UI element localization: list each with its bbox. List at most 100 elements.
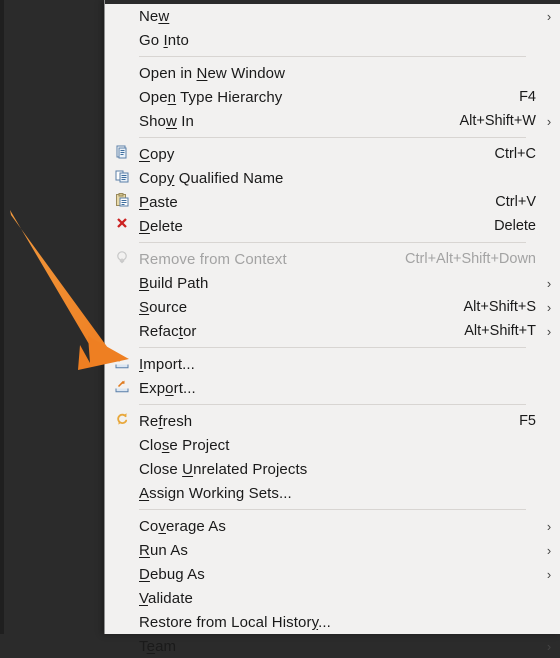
menu-item-export[interactable]: Export...› [105,376,560,400]
refresh-icon [114,411,130,432]
menu-item-coverage-as[interactable]: Coverage As › [105,514,560,538]
copy-qualified-icon [114,168,130,189]
delete-icon [114,216,130,237]
menu-group-group-transfer: Import...›Export...› [105,352,560,400]
menu-item-copy[interactable]: CopyCtrl+C› [105,142,560,166]
menu-item-label: Refactor [139,322,197,340]
menu-item-icon-cell [105,634,139,658]
menu-item-label: Build Path [139,274,209,292]
menu-item-icon-cell [105,610,139,634]
chevron-right-icon: › [546,275,552,291]
menu-item-shortcut: Ctrl+V [495,194,536,210]
menu-item-icon-cell [105,61,139,85]
menu-item-delete[interactable]: DeleteDelete› [105,214,560,238]
menu-group-group-new: New › Go Into› [105,4,560,52]
menu-item-shortcut: Alt+Shift+W [459,113,536,129]
menu-item-run-as[interactable]: Run As › [105,538,560,562]
no-icon [114,65,130,81]
menu-item-refactor[interactable]: Refactor Alt+Shift+T › [105,319,560,343]
menu-separator [139,509,526,510]
menu-item-remove-from-context: Remove from ContextCtrl+Alt+Shift+Down› [105,247,560,271]
menu-item-label: Import... [139,355,195,373]
menu-item-label: Open in New Window [139,64,286,82]
menu-separator [139,242,526,243]
menu-item-label: Close Unrelated Projects [139,460,308,478]
menu-item-icon-cell [105,28,139,52]
menu-item-label: Coverage As [139,517,226,535]
menu-item-icon-cell [105,352,139,376]
chevron-right-icon: › [546,8,552,24]
chevron-right-icon: › [546,638,552,654]
menu-item-restore-from-local-history[interactable]: Restore from Local History...› [105,610,560,634]
menu-item-source[interactable]: Source Alt+Shift+S › [105,295,560,319]
menu-separator [139,56,526,57]
menu-item-shortcut: Ctrl+Alt+Shift+Down [405,251,536,267]
menu-item-icon-cell [105,433,139,457]
menu-item-open-in-new-window[interactable]: Open in New Window› [105,61,560,85]
no-icon [114,437,130,453]
menu-item-label: New [139,7,170,25]
menu-item-icon-cell [105,319,139,343]
no-icon [114,590,130,606]
no-icon [114,461,130,477]
menu-item-paste[interactable]: PasteCtrl+V› [105,190,560,214]
menu-item-close-unrelated-projects[interactable]: Close Unrelated Projects› [105,457,560,481]
menu-item-icon-cell [105,481,139,505]
menu-item-label: Open Type Hierarchy [139,88,283,106]
menu-item-icon-cell [105,457,139,481]
menu-item-go-into[interactable]: Go Into› [105,28,560,52]
chevron-right-icon: › [546,542,552,558]
menu-item-validate[interactable]: Validate› [105,586,560,610]
menu-item-show-in[interactable]: Show In Alt+Shift+W › [105,109,560,133]
menu-item-copy-qualified-name[interactable]: Copy Qualified Name› [105,166,560,190]
menu-item-label: Remove from Context [139,250,287,268]
menu-item-new[interactable]: New › [105,4,560,28]
context-menu-body: New›Go Into›Open in New Window›Open Type… [105,4,560,655]
menu-item-build-path[interactable]: Build Path › [105,271,560,295]
menu-item-label: Source [139,298,188,316]
menu-item-refresh[interactable]: RefreshF5› [105,409,560,433]
import-icon [114,354,130,375]
copy-icon [114,144,130,165]
menu-item-icon-cell [105,142,139,166]
menu-item-icon-cell [105,214,139,238]
no-icon [114,299,130,315]
no-icon [114,614,130,630]
menu-item-debug-as[interactable]: Debug As › [105,562,560,586]
no-icon [114,542,130,558]
menu-item-label: Refresh [139,412,193,430]
menu-item-team[interactable]: Team › [105,634,560,658]
menu-item-label: Export... [139,379,196,397]
menu-item-import[interactable]: Import...› [105,352,560,376]
chevron-right-icon: › [546,518,552,534]
no-icon [114,32,130,48]
menu-item-icon-cell [105,376,139,400]
menu-item-label: Copy [139,145,175,163]
no-icon [114,275,130,291]
menu-item-icon-cell [105,295,139,319]
menu-item-label: Paste [139,193,178,211]
menu-item-icon-cell [105,514,139,538]
menu-item-shortcut: Ctrl+C [494,146,537,162]
menu-group-group-run: Coverage As›Run As›Debug As›Validate›Res… [105,514,560,658]
menu-item-label: Run As [139,541,188,559]
paste-icon [114,192,130,213]
menu-item-open-type-hierarchy[interactable]: Open Type HierarchyF4› [105,85,560,109]
no-icon [114,566,130,582]
context-menu[interactable]: New›Go Into›Open in New Window›Open Type… [104,0,560,655]
no-icon [114,89,130,105]
menu-item-icon-cell [105,271,139,295]
menu-item-shortcut: Delete [494,218,536,234]
no-icon [114,518,130,534]
menu-item-label: Assign Working Sets... [139,484,292,502]
menu-item-label: Debug As [139,565,205,583]
menu-item-label: Show In [139,112,194,130]
menu-item-close-project[interactable]: Close Project› [105,433,560,457]
menu-item-label: Close Project [139,436,230,454]
menu-item-assign-working-sets[interactable]: Assign Working Sets...› [105,481,560,505]
menu-separator [139,347,526,348]
menu-separator [139,137,526,138]
menu-item-icon-cell [105,4,139,28]
menu-item-icon-cell [105,409,139,433]
menu-group-group-open: Open in New Window›Open Type HierarchyF4… [105,61,560,133]
